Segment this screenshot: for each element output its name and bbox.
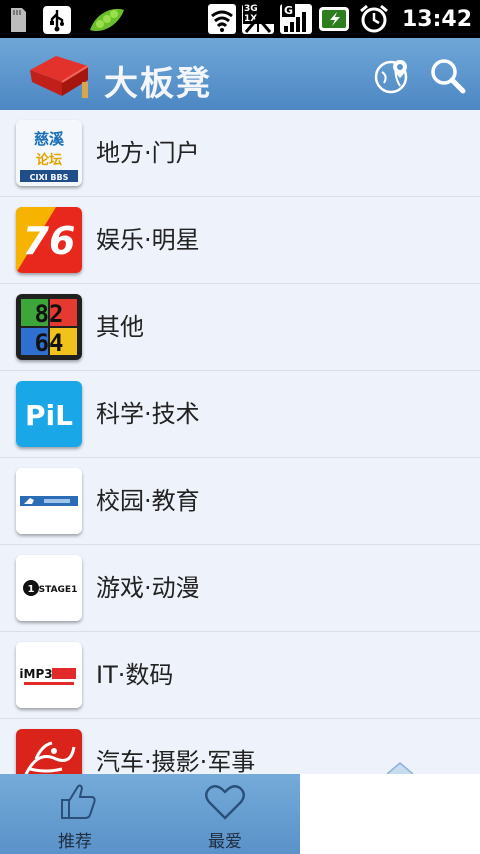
app-title: 大板凳 <box>104 64 212 104</box>
other-8264-thumbnail-icon: 82 64 <box>16 294 82 360</box>
campus-kangaroo-banner-thumbnail-icon <box>16 468 82 534</box>
svg-text:76: 76 <box>23 219 76 263</box>
dragon-thumbnail-icon <box>16 729 82 774</box>
tab-label: 推荐 <box>58 832 92 852</box>
list-item-label: IT·数码 <box>96 661 174 689</box>
list-item-label: 汽车·摄影·军事 <box>96 748 256 774</box>
list-item-other[interactable]: 82 64 其他 <box>0 284 480 371</box>
status-bar-notifications <box>8 4 126 36</box>
alarm-icon <box>360 4 388 33</box>
usb-icon <box>43 6 71 34</box>
search-button[interactable] <box>428 56 468 96</box>
list-item-local-portal[interactable]: 慈溪 论坛 CIXI BBS 地方·门户 <box>0 110 480 197</box>
bottom-navigation: 推荐 最爱 <box>0 774 300 854</box>
category-list[interactable]: 慈溪 论坛 CIXI BBS 地方·门户 76 娱乐·明星 82 64 其他 P… <box>0 110 480 774</box>
svg-text:STAGE1: STAGE1 <box>39 585 78 595</box>
app-header: 大板凳 <box>0 38 480 111</box>
svg-text:64: 64 <box>35 329 64 357</box>
list-item-label: 娱乐·明星 <box>96 226 200 254</box>
pea-app-icon <box>90 8 124 32</box>
entertainment-76-thumbnail-icon: 76 <box>16 207 82 273</box>
network-type-icon: 3G 1X <box>241 4 274 34</box>
tab-favorites[interactable]: 最爱 <box>150 774 300 854</box>
svg-text:CIXI BBS: CIXI BBS <box>30 173 69 182</box>
stage1-thumbnail-icon: 1 STAGE1 <box>16 555 82 621</box>
sd-card-icon <box>11 8 26 32</box>
science-pil-thumbnail-icon: PiL <box>16 381 82 447</box>
app-logo-stool-icon <box>30 56 89 98</box>
thumbs-up-icon <box>61 784 96 819</box>
list-item-entertainment[interactable]: 76 娱乐·明星 <box>0 197 480 284</box>
heart-icon <box>205 785 245 820</box>
svg-text:PiL: PiL <box>25 399 73 432</box>
battery-charging-icon <box>318 7 349 31</box>
list-item-science-tech[interactable]: PiL 科学·技术 <box>0 371 480 458</box>
imp3-thumbnail-icon: iMP3 <box>16 642 82 708</box>
cixi-bbs-thumbnail-icon: 慈溪 论坛 CIXI BBS <box>16 120 82 186</box>
list-item-label: 其他 <box>96 313 144 341</box>
list-item-campus-education[interactable]: 校园·教育 <box>0 458 480 545</box>
bottom-empty-area <box>300 774 480 854</box>
status-bar: 3G 1X G 13:42 <box>0 0 480 38</box>
list-item-label: 游戏·动漫 <box>96 574 200 602</box>
svg-text:82: 82 <box>35 300 64 328</box>
list-item-label: 校园·教育 <box>96 487 200 515</box>
list-item-games-anime[interactable]: 1 STAGE1 游戏·动漫 <box>0 545 480 632</box>
signal-strength-icon: G <box>279 4 312 34</box>
svg-text:1: 1 <box>28 584 35 595</box>
svg-text:慈溪: 慈溪 <box>34 130 65 148</box>
tab-recommended[interactable]: 推荐 <box>0 774 150 854</box>
status-time: 13:42 <box>401 6 472 32</box>
list-item-label: 地方·门户 <box>96 139 200 167</box>
tab-label: 最爱 <box>208 832 242 852</box>
wifi-icon <box>207 4 236 34</box>
svg-text:iMP3: iMP3 <box>19 667 52 681</box>
svg-text:论坛: 论坛 <box>36 152 62 168</box>
location-globe-button[interactable] <box>372 56 412 96</box>
status-bar-system: 3G 1X G 13:42 <box>207 3 472 35</box>
list-item-it-digital[interactable]: iMP3 IT·数码 <box>0 632 480 719</box>
list-item-label: 科学·技术 <box>96 400 200 428</box>
